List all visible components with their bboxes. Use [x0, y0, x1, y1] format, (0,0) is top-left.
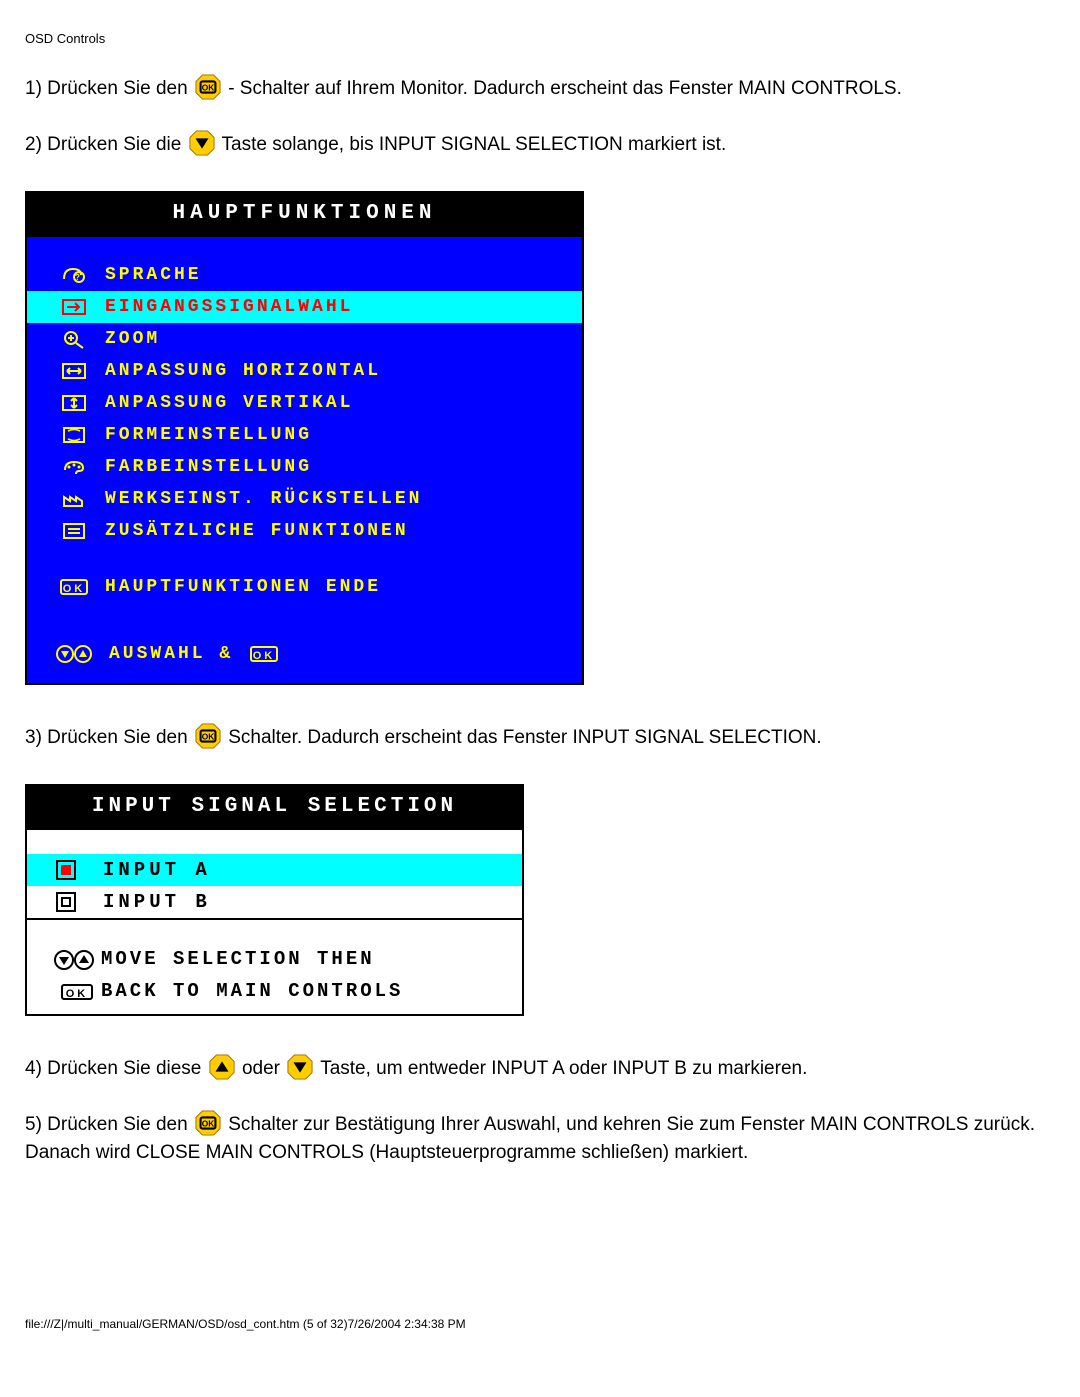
step-1-text-a: 1) Drücken Sie den [25, 78, 193, 99]
osd-main-controls: HAUPTFUNKTIONEN SPRACHE EINGANGSSIGNALWA… [25, 191, 584, 686]
down-button-icon [287, 1054, 313, 1080]
language-icon [57, 264, 91, 286]
ok-icon [53, 981, 101, 1003]
osd2-foot-1-label: MOVE SELECTION THEN [101, 946, 375, 974]
osd1-item-color[interactable]: FARBEINSTELLUNG [27, 451, 582, 483]
osd2-item-input-a[interactable]: INPUT A [27, 854, 522, 886]
step-3-text-b: Schalter. Dadurch erscheint das Fenster … [228, 727, 821, 748]
radio-unselected-icon [55, 891, 103, 913]
osd2-foot-2-label: BACK TO MAIN CONTROLS [101, 978, 403, 1006]
step-4-text-c: Taste, um entweder INPUT A oder INPUT B … [320, 1058, 807, 1079]
osd1-item-label: WERKSEINST. RÜCKSTELLEN [91, 486, 422, 512]
updown-icon [55, 643, 95, 665]
osd1-title: HAUPTFUNKTIONEN [27, 193, 582, 237]
osd1-item-hadjust[interactable]: ANPASSUNG HORIZONTAL [27, 355, 582, 387]
step-3: 3) Drücken Sie den Schalter. Dadurch ers… [25, 723, 1055, 752]
radio-selected-icon [55, 859, 103, 881]
horizontal-adjust-icon [57, 360, 91, 382]
step-1: 1) Drücken Sie den - Schalter auf Ihrem … [25, 74, 1055, 103]
page-footer: file:///Z|/multi_manual/GERMAN/OSD/osd_c… [25, 1316, 1055, 1333]
osd1-item-label: ZOOM [91, 326, 160, 352]
vertical-adjust-icon [57, 392, 91, 414]
step-4-text-b: oder [242, 1058, 285, 1079]
page-header: OSD Controls [25, 30, 1055, 49]
step-2: 2) Drücken Sie die Taste solange, bis IN… [25, 130, 1055, 159]
osd2-foot-1: MOVE SELECTION THEN [27, 944, 522, 976]
osd1-item-zoom[interactable]: ZOOM [27, 323, 582, 355]
step-5: 5) Drücken Sie den Schalter zur Bestätig… [25, 1110, 1055, 1166]
step-5-text-a: 5) Drücken Sie den [25, 1114, 193, 1135]
shape-icon [57, 424, 91, 446]
down-button-icon [189, 130, 215, 156]
ok-button-icon [195, 74, 221, 100]
osd2-title: INPUT SIGNAL SELECTION [27, 786, 522, 830]
osd1-item-extra[interactable]: ZUSÄTZLICHE FUNKTIONEN [27, 515, 582, 547]
osd1-item-label: ANPASSUNG VERTIKAL [91, 390, 353, 416]
ok-icon [57, 576, 91, 598]
osd1-item-shape[interactable]: FORMEINSTELLUNG [27, 419, 582, 451]
updown-icon [53, 949, 101, 971]
up-button-icon [209, 1054, 235, 1080]
osd1-item-label: FARBEINSTELLUNG [91, 454, 312, 480]
osd1-item-label: FORMEINSTELLUNG [91, 422, 312, 448]
osd2-item-label: INPUT A [103, 857, 211, 885]
ok-button-icon [195, 723, 221, 749]
extra-functions-icon [57, 520, 91, 542]
osd1-item-eingangssignal[interactable]: EINGANGSSIGNALWAHL [27, 291, 582, 323]
osd1-footer: AUSWAHL & [27, 627, 582, 677]
osd2-item-input-b[interactable]: INPUT B [27, 886, 522, 918]
osd1-item-label: ANPASSUNG HORIZONTAL [91, 358, 381, 384]
osd-input-signal-selection: INPUT SIGNAL SELECTION INPUT A INPUT B M… [25, 784, 524, 1016]
osd1-item-label: EINGANGSSIGNALWAHL [91, 294, 353, 320]
osd1-item-sprache[interactable]: SPRACHE [27, 259, 582, 291]
step-4: 4) Drücken Sie diese oder Taste, um entw… [25, 1054, 1055, 1083]
step-2-text-a: 2) Drücken Sie die [25, 134, 187, 155]
osd1-footer-label: AUSWAHL & [95, 641, 233, 667]
osd1-item-label: ZUSÄTZLICHE FUNKTIONEN [91, 518, 409, 544]
zoom-icon [57, 328, 91, 350]
osd1-close-label: HAUPTFUNKTIONEN ENDE [91, 574, 381, 600]
step-4-text-a: 4) Drücken Sie diese [25, 1058, 207, 1079]
osd2-foot-2: BACK TO MAIN CONTROLS [27, 976, 522, 1014]
step-3-text-a: 3) Drücken Sie den [25, 727, 193, 748]
ok-icon [249, 643, 279, 665]
step-2-text-b: Taste solange, bis INPUT SIGNAL SELECTIO… [222, 134, 727, 155]
osd1-item-vadjust[interactable]: ANPASSUNG VERTIKAL [27, 387, 582, 419]
osd2-item-label: INPUT B [103, 889, 211, 917]
osd1-item-label: SPRACHE [91, 262, 202, 288]
step-1-text-b: - Schalter auf Ihrem Monitor. Dadurch er… [228, 78, 902, 99]
osd1-item-factory[interactable]: WERKSEINST. RÜCKSTELLEN [27, 483, 582, 515]
color-icon [57, 456, 91, 478]
ok-button-icon [195, 1110, 221, 1136]
osd1-item-close[interactable]: HAUPTFUNKTIONEN ENDE [27, 571, 582, 603]
input-signal-icon [57, 296, 91, 318]
factory-reset-icon [57, 488, 91, 510]
